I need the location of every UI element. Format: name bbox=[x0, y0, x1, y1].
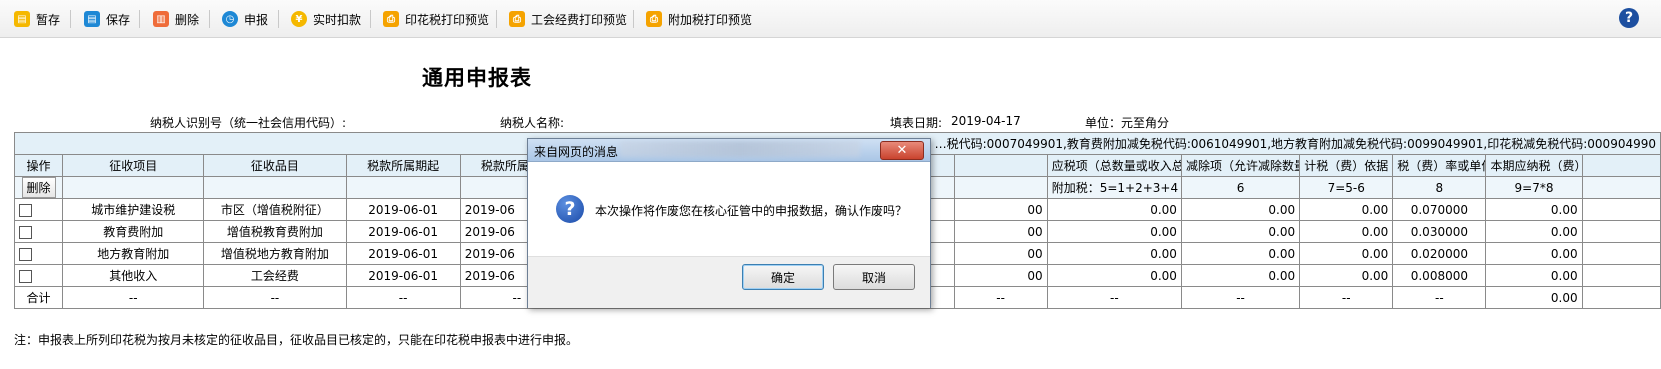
declare-button[interactable]: ◷ 申报 bbox=[222, 9, 268, 29]
dialog-titlebar[interactable]: 来自网页的消息 ✕ bbox=[528, 139, 930, 162]
help-icon[interactable]: ? bbox=[1619, 8, 1639, 28]
dialog-message: 本次操作将作废您在核心征管中的申报数据，确认作废吗？ bbox=[595, 204, 908, 218]
print-icon: ⎙ bbox=[646, 11, 662, 27]
close-icon[interactable]: ✕ bbox=[880, 141, 924, 160]
save-button[interactable]: ▤ 保存 bbox=[84, 9, 130, 29]
col-header: 税款所属期起 bbox=[345, 154, 461, 177]
blurred-tabs bbox=[620, 141, 860, 157]
col-header bbox=[953, 154, 1048, 177]
toolbar-separator bbox=[209, 10, 210, 28]
save-draft-icon: ▤ bbox=[14, 11, 30, 27]
row-delete-button[interactable]: 删除 bbox=[21, 177, 56, 198]
col-header: 计税（费）依据 bbox=[1299, 154, 1394, 177]
taxpayer-id-label: 纳税人识别号（统一社会信用代码）: bbox=[150, 116, 347, 130]
save-draft-button[interactable]: ▤ 暂存 bbox=[14, 9, 60, 29]
toolbar-separator bbox=[496, 10, 497, 28]
declare-icon: ◷ bbox=[222, 11, 238, 27]
col-header: 税（费）率或单位税额 bbox=[1392, 154, 1487, 177]
toolbar-separator bbox=[370, 10, 371, 28]
total-payable: 0.00 bbox=[1485, 286, 1583, 309]
total-label: 合计 bbox=[13, 286, 64, 309]
col-header: 减除项（允许减除数量、金额、面积、已安排残疾人数等） bbox=[1180, 154, 1301, 177]
formula-deduction: 6 bbox=[1180, 176, 1301, 199]
fill-date-value: 2019-04-17 bbox=[951, 114, 1021, 128]
union-fee-print-preview-button[interactable]: ⎙ 工会经费打印预览 bbox=[509, 9, 627, 29]
delete-icon: ▥ bbox=[153, 11, 169, 27]
unit-label: 单位：元至角分 bbox=[1085, 116, 1170, 130]
col-header: 应税项（总数量或收入总额、应缴费人数、原值、面积、缴费基数等） bbox=[1046, 154, 1182, 177]
realtime-payment-button[interactable]: ¥ 实时扣款 bbox=[291, 9, 361, 29]
toolbar-separator bbox=[278, 10, 279, 28]
question-icon: ? bbox=[556, 195, 584, 223]
cancel-button[interactable]: 取消 bbox=[833, 264, 915, 290]
confirm-dialog: 来自网页的消息 ✕ ? 本次操作将作废您在核心征管中的申报数据，确认作废吗？ 确… bbox=[527, 138, 931, 308]
footnote: 注：申报表上所列印花税为按月未核定的征收品目，征收品目已核定的，只能在印花税申报… bbox=[14, 333, 579, 347]
col-header: 本期应纳税（费）额 bbox=[1485, 154, 1583, 177]
applicable-input[interactable]: 0.00 bbox=[1046, 220, 1182, 243]
toolbar-separator bbox=[633, 10, 634, 28]
formula-rate: 8 bbox=[1392, 176, 1487, 199]
print-icon: ⎙ bbox=[509, 11, 525, 27]
row-checkbox[interactable] bbox=[19, 225, 32, 239]
col-header: 征收项目 bbox=[62, 154, 205, 177]
toolbar: ▤ 暂存 ▤ 保存 ▥ 删除 ◷ 申报 ¥ 实时扣款 ⎙ 印花税打印预览 ⎙ 工… bbox=[0, 0, 1661, 38]
stamp-tax-print-preview-button[interactable]: ⎙ 印花税打印预览 bbox=[383, 9, 489, 29]
deduction-input[interactable]: 0.00 bbox=[1180, 264, 1301, 287]
col-header: 操作 bbox=[13, 154, 64, 177]
dialog-footer: 确定 取消 bbox=[528, 256, 930, 308]
surtax-print-preview-button[interactable]: ⎙ 附加税打印预览 bbox=[646, 9, 752, 29]
payment-icon: ¥ bbox=[291, 11, 307, 27]
ok-button[interactable]: 确定 bbox=[742, 264, 824, 290]
save-icon: ▤ bbox=[84, 11, 100, 27]
dialog-body: ? 本次操作将作废您在核心征管中的申报数据，确认作废吗？ bbox=[528, 162, 930, 256]
page-title: 通用申报表 bbox=[422, 65, 532, 90]
print-icon: ⎙ bbox=[383, 11, 399, 27]
delete-button[interactable]: ▥ 删除 bbox=[153, 9, 199, 29]
col-header bbox=[1581, 154, 1661, 177]
formula-basis: 7=5-6 bbox=[1299, 176, 1394, 199]
deduction-input[interactable]: 0.00 bbox=[1180, 242, 1301, 265]
formula-applicable: 附加税：5=1+2+3+4 bbox=[1046, 176, 1182, 199]
formula-payable: 9=7*8 bbox=[1485, 176, 1583, 199]
applicable-input[interactable]: 0.00 bbox=[1046, 264, 1182, 287]
deduction-input[interactable]: 0.00 bbox=[1180, 198, 1301, 221]
toolbar-separator bbox=[70, 10, 71, 28]
taxpayer-name-label: 纳税人名称: bbox=[500, 116, 565, 130]
fill-date-label: 填表日期: bbox=[890, 116, 943, 130]
row-checkbox[interactable] bbox=[19, 269, 32, 283]
deduction-input[interactable]: 0.00 bbox=[1180, 220, 1301, 243]
row-checkbox[interactable] bbox=[19, 203, 32, 217]
toolbar-separator bbox=[139, 10, 140, 28]
col-header: 征收品目 bbox=[203, 154, 347, 177]
applicable-input[interactable]: 0.00 bbox=[1046, 198, 1182, 221]
row-checkbox[interactable] bbox=[19, 247, 32, 261]
applicable-input[interactable]: 0.00 bbox=[1046, 242, 1182, 265]
dialog-title: 来自网页的消息 bbox=[534, 145, 619, 159]
